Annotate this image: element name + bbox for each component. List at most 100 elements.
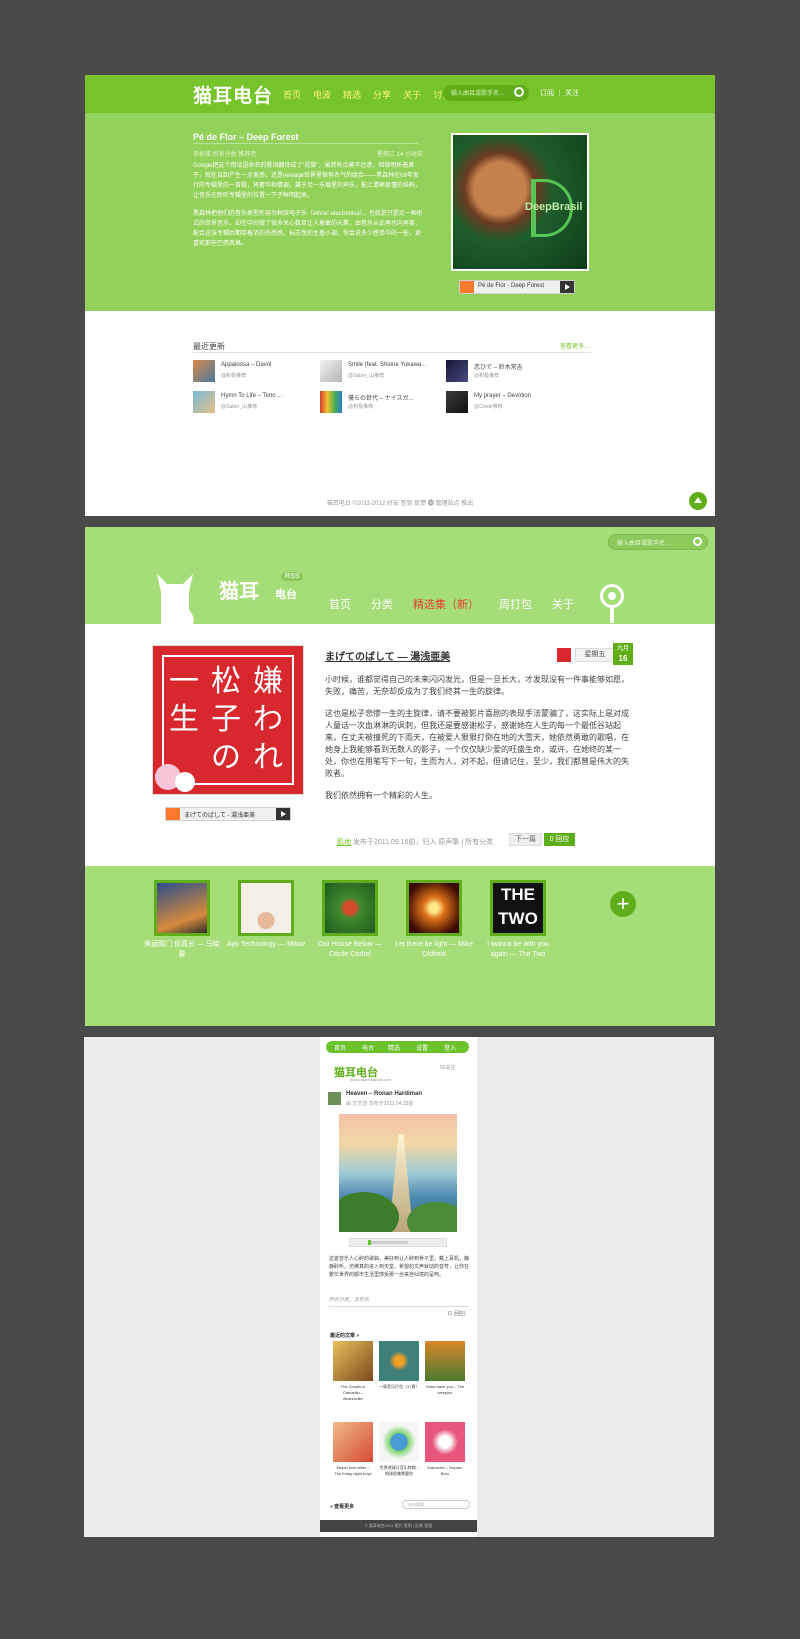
menu-item-home[interactable]: 首页 [283, 90, 301, 100]
menu-item-picks[interactable]: 精选 [343, 90, 361, 100]
grid-item[interactable]: Gotta have you – The weepies [425, 1341, 465, 1396]
recent-thumb [446, 391, 468, 413]
play-button[interactable] [560, 281, 574, 293]
follow-count[interactable]: 50关注 [440, 1064, 456, 1071]
search-icon[interactable] [514, 87, 524, 97]
search-icon[interactable] [693, 537, 702, 546]
carousel-item[interactable]: Our House Below — Cécile Corbel [310, 880, 390, 960]
grid-item[interactable]: The Clouds in Camarillo – Brazzaville [333, 1341, 373, 1402]
recent-item-title: My prayer – Devotion [474, 393, 532, 399]
site-logo[interactable]: 猫耳 [219, 575, 259, 604]
carousel-item[interactable]: THE TWO I wanna be with you again — The T… [478, 880, 558, 960]
menu-item-weekly[interactable]: 周打包 [499, 599, 532, 611]
recent-item-title: 恋ひで – 鈴木常吉 [474, 365, 523, 371]
site-url: www.maoerdiantai.com [350, 1077, 392, 1082]
menu-item-radio[interactable]: 电波 [313, 90, 331, 100]
music-player[interactable]: まげてのばして - 湯浅亜美 [165, 807, 291, 821]
post-image [339, 1114, 457, 1232]
search-placeholder: 输入曲目或歌手名... [617, 541, 671, 547]
menu-item-about[interactable]: 关于 [552, 599, 574, 611]
music-player[interactable] [349, 1238, 447, 1247]
recent-item-author: @Crode推荐 [474, 404, 503, 410]
menu-item-home[interactable]: 首页 [329, 599, 351, 611]
recent-item[interactable]: Appaloosa – Davol @积极推荐 [193, 360, 313, 384]
view-more-link[interactable]: » 查看更多 [330, 1503, 354, 1510]
grid-caption: Stupid love letter – The friday night bo… [334, 1465, 372, 1476]
recent-item-author: @Saber_山推荐 [348, 373, 385, 379]
divider [329, 1306, 469, 1307]
album-cover-image: DeepBrasil [451, 133, 589, 271]
recent-articles-heading: 最近的文章 » [330, 1333, 360, 1339]
search-input[interactable]: 输入曲目或歌手名... [443, 85, 529, 101]
back-to-top-icon[interactable] [689, 492, 707, 510]
menu-item-about[interactable]: 关于 [403, 90, 421, 100]
recent-thumb [193, 360, 215, 382]
carousel-item[interactable]: 美丽豁门 你真长 — 马晓慕 [142, 880, 222, 960]
mobile-nav-settings[interactable]: 设置 [416, 1043, 428, 1052]
post-meta-text: 发布于2011.09.16前，归入 原声集 | 所有分类 [352, 839, 494, 846]
rss-badge[interactable]: RSS [281, 572, 304, 581]
view-more-link[interactable]: 查看更多... [560, 341, 589, 350]
post-title[interactable]: Heaven – Ronan Hardiman [346, 1091, 422, 1097]
cover-text: DeepBrasil [525, 201, 583, 213]
comment-count[interactable]: (1 回应) [448, 1310, 466, 1317]
recent-thumb [193, 391, 215, 413]
grid-caption: Gotta have you – The weepies [425, 1384, 465, 1395]
mobile-nav-radio[interactable]: 电台 [362, 1043, 374, 1052]
next-post-button[interactable]: 下一篇 [509, 833, 542, 846]
site-logo[interactable]: 猫耳电台 [193, 81, 273, 108]
menu-item-category[interactable]: 分类 [371, 599, 393, 611]
grid-thumb [425, 1341, 465, 1381]
title-divider [193, 143, 418, 144]
player-handle[interactable] [368, 1240, 371, 1245]
comments-button[interactable]: 0 回应 [544, 833, 575, 846]
featured-meta: 赤松楼 所有分类 推荐音 [193, 152, 257, 158]
post-title[interactable]: まげてのばして — 湯浅亜美 [325, 648, 450, 663]
mobile-footer: © 猫耳电台2011 图片 签到 | 反馈 管理 [320, 1520, 477, 1532]
carousel-caption: Our House Below — Cécile Corbel [318, 941, 382, 958]
grid-item[interactable]: 一周音乐打包（17周） [379, 1341, 419, 1390]
carousel-caption: Ayo Technology — Milow [227, 941, 305, 948]
recent-item[interactable]: My prayer – Devotion @Crode推荐 [446, 391, 566, 415]
post-categories[interactable]: 所有分类，治愈系 [329, 1296, 369, 1303]
carousel-item[interactable]: Let there be light — Mike Oldfield [394, 880, 474, 960]
add-more-icon[interactable]: + [610, 891, 636, 917]
cover-char: れ [253, 740, 283, 775]
recent-item-title: Appaloosa – Davol [221, 362, 272, 368]
mobile-nav-home[interactable]: 首页 [334, 1043, 346, 1052]
recent-item-author: @积极推荐 [221, 373, 247, 379]
post-body: 小时候，谁都觉得自己的未来闪闪发光，但是一旦长大，才发现没有一件事能够如愿，失败… [325, 674, 635, 812]
recent-item[interactable]: 恋ひで – 鈴木常吉 @积极推荐 [446, 360, 566, 384]
menu-item-share[interactable]: 分享 [373, 90, 391, 100]
recent-thumb [320, 360, 342, 382]
search-input[interactable]: 输入曲目或歌手名... [608, 534, 708, 550]
mobile-nav-picks[interactable]: 精选 [388, 1043, 400, 1052]
featured-paragraph: Google把这个用法语命名的歌词翻译成了“花脚”，虽然有点莫不达意，但很明析着… [193, 163, 422, 199]
menu-item-collection[interactable]: 精选集（新） [413, 599, 479, 611]
recent-item[interactable]: Smile (feat. Shione Yukawa... @Saber_山推荐 [320, 360, 440, 384]
grid-item[interactable]: Stupid love letter – The friday night bo… [333, 1422, 373, 1477]
recent-item[interactable]: Hymn To Life – Timo ... @Saber_山推荐 [193, 391, 313, 415]
mobile-nav-login[interactable]: 登入 [444, 1043, 456, 1052]
author-link[interactable]: 肌地 [337, 839, 351, 846]
player-track-title: まげてのばして - 湯浅亜美 [184, 813, 256, 819]
player-progress[interactable] [368, 1241, 408, 1244]
play-button[interactable] [276, 808, 290, 820]
avatar [328, 1092, 341, 1105]
recent-item-author: @积极推荐 [474, 373, 500, 379]
recent-item-title: 僕らの世代 – ナイスガ... [348, 396, 414, 402]
recent-item[interactable]: 僕らの世代 – ナイスガ... @积极推荐 [320, 391, 440, 415]
grid-item[interactable]: 世界地球日音乐特辑 - 地球很美需要你 [379, 1422, 419, 1477]
grid-caption: 一周音乐打包（17周） [379, 1384, 420, 1389]
grid-item[interactable]: Katoucha – Seydou Boro [425, 1422, 465, 1477]
carousel-item[interactable]: Ayo Technology — Milow [226, 880, 306, 950]
subscribe-follow-links[interactable]: 订阅 ｜ 关注 [540, 88, 579, 98]
player-track-title: Pé de Flor - Deep Forest [478, 283, 545, 289]
site-search-input[interactable]: 站内搜索 [402, 1500, 470, 1509]
flower-icon [175, 772, 195, 792]
desktop-post-panel: 输入曲目或歌手名... 猫耳 电台 RSS 首页 分类 精选集（新） 周打包 关于 嫌 … [85, 527, 715, 1026]
music-player[interactable]: Pé de Flor - Deep Forest [459, 280, 575, 294]
desktop-homepage-panel: 猫耳电台 首页 电波 精选 分享 关于 讨论 输入曲目或歌手名... 订阅 ｜ 关注 Pé… [85, 75, 715, 516]
featured-title[interactable]: Pé de Flor – Deep Forest [193, 132, 299, 142]
logo-text: 猫耳电台 [193, 86, 274, 107]
